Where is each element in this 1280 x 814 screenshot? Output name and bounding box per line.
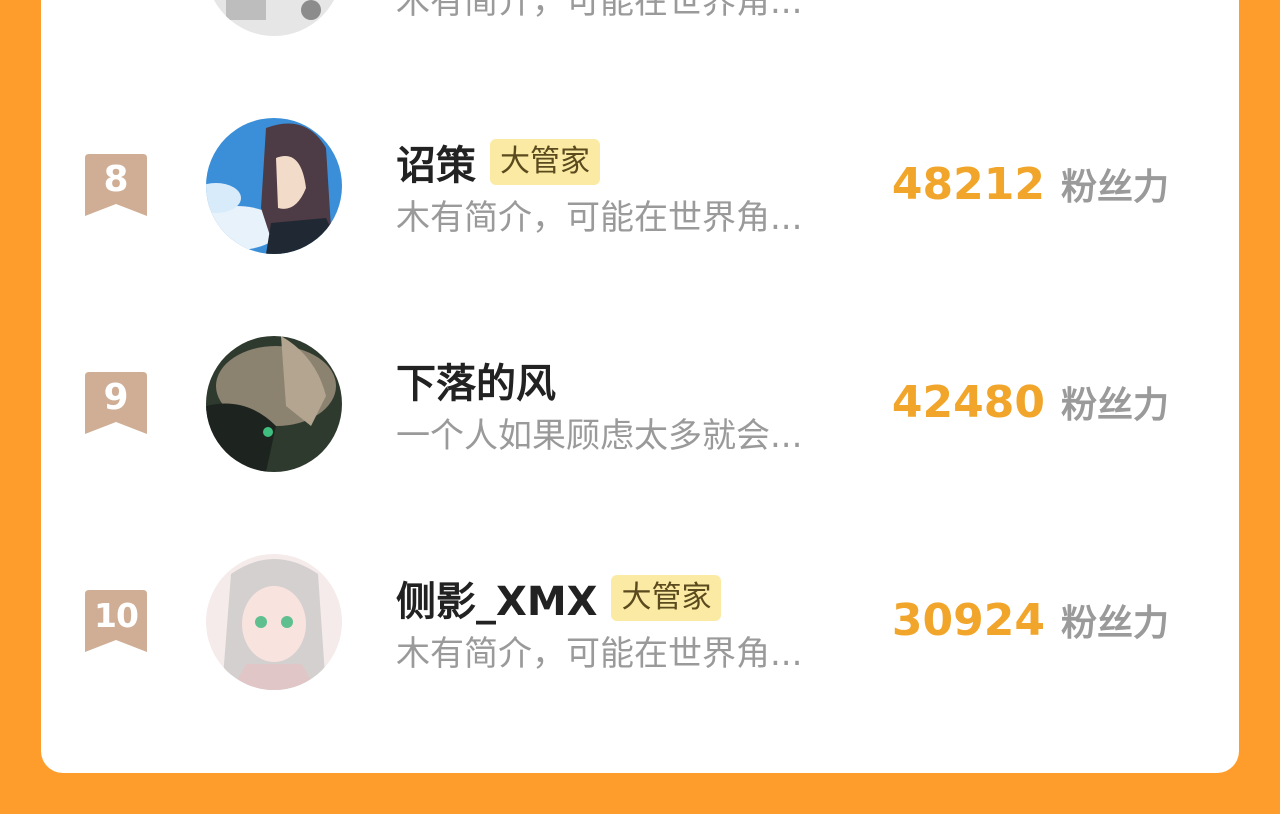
user-description: 木有简介，可能在世界角...	[396, 198, 803, 238]
fans-label: 粉丝力	[1060, 603, 1169, 644]
user-name[interactable]: 诏策	[396, 133, 476, 191]
user-description: 木有简介，可能在世界角...	[396, 634, 803, 674]
list-item[interactable]: 9 下落的风 一个人如果顾虑太多就会... 42480 粉丝力	[41, 304, 1239, 484]
list-item[interactable]: 8 诏策 大管家 木有简介，可能在世界角... 48212 粉丝力	[41, 86, 1239, 266]
avatar[interactable]	[206, 554, 342, 690]
name-line: 诏策 大管家	[396, 134, 600, 190]
list-item[interactable]: 10 侧影_XMX 大管家 木有简介，可能在世界角... 30924 粉丝力	[41, 522, 1239, 702]
fans-stat: 30924 粉丝力	[892, 594, 1169, 646]
ranking-card: 木有简介，可能在世界角... 8 诏策 大管家 木有简介，可能在世界角... 4…	[41, 0, 1239, 773]
name-line: 下落的风	[396, 352, 556, 408]
rank-number: 8	[103, 159, 129, 200]
name-line: 侧影_XMX 大管家	[396, 569, 722, 627]
fans-stat: 42480 粉丝力	[892, 376, 1169, 428]
fans-stat: 48212 粉丝力	[892, 158, 1169, 210]
rank-badge: 8	[85, 154, 147, 218]
fans-label: 粉丝力	[1060, 385, 1169, 426]
user-name[interactable]: 下落的风	[396, 351, 556, 409]
rank-badge: 9	[85, 372, 147, 436]
user-description: 木有简介，可能在世界角...	[396, 0, 803, 22]
rank-number: 10	[94, 596, 139, 635]
user-description: 一个人如果顾虑太多就会...	[396, 416, 803, 456]
fans-count: 30924	[891, 595, 1045, 646]
role-badge: 大管家	[490, 139, 600, 185]
rank-number: 9	[103, 377, 129, 418]
role-badge: 大管家	[611, 575, 722, 621]
fans-count: 48212	[891, 159, 1045, 210]
rank-badge: 10	[85, 590, 147, 654]
avatar[interactable]	[206, 336, 342, 472]
avatar[interactable]	[206, 118, 342, 254]
fans-count: 42480	[891, 377, 1045, 428]
fans-label: 粉丝力	[1060, 167, 1169, 208]
user-name[interactable]: 侧影_XMX	[396, 569, 597, 627]
avatar[interactable]	[206, 0, 342, 36]
